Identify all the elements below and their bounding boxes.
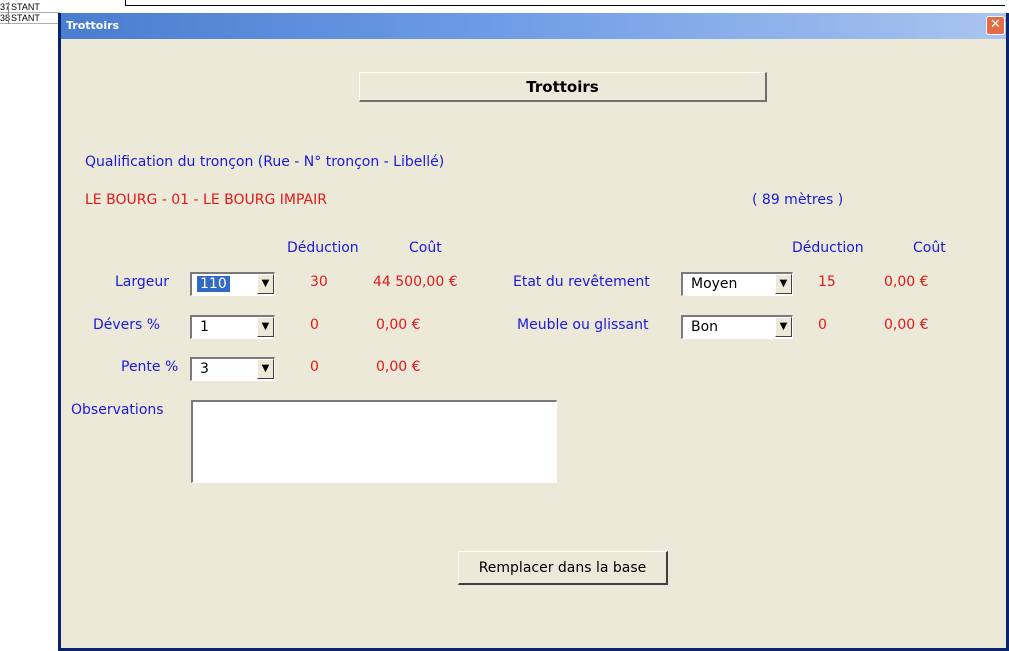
chevron-down-icon[interactable]: ▼ bbox=[775, 274, 792, 294]
pente-select[interactable]: 3 ▼ bbox=[190, 357, 275, 381]
meuble-select[interactable]: Bon ▼ bbox=[681, 315, 793, 339]
chevron-down-icon[interactable]: ▼ bbox=[257, 317, 274, 337]
etat-label: Etat du revêtement bbox=[513, 274, 650, 290]
meuble-value: Bon bbox=[691, 319, 719, 335]
replace-in-database-button[interactable]: Remplacer dans la base bbox=[458, 551, 668, 585]
title-bar[interactable]: Trottoirs ✕ bbox=[61, 13, 1006, 39]
troncon-value: LE BOURG - 01 - LE BOURG IMPAIR bbox=[85, 192, 327, 208]
pente-deduction: 0 bbox=[310, 359, 319, 375]
meuble-cout: 0,00 € bbox=[884, 317, 929, 333]
background-row: 38STANT bbox=[0, 13, 60, 24]
largeur-select[interactable]: 110 ▼ bbox=[190, 272, 275, 296]
meuble-label: Meuble ou glissant bbox=[517, 317, 649, 333]
header-button[interactable]: Trottoirs bbox=[359, 72, 767, 102]
largeur-label: Largeur bbox=[115, 274, 170, 290]
devers-select[interactable]: 1 ▼ bbox=[190, 315, 275, 339]
background-sheet-edge bbox=[125, 0, 1005, 6]
length-text: ( 89 mètres ) bbox=[752, 192, 844, 208]
close-icon[interactable]: ✕ bbox=[986, 16, 1005, 35]
observations-textarea[interactable] bbox=[191, 400, 557, 483]
pente-label: Pente % bbox=[121, 359, 179, 375]
devers-cout: 0,00 € bbox=[376, 317, 421, 333]
row-number: 37 bbox=[0, 2, 11, 12]
largeur-value: 110 bbox=[197, 276, 230, 292]
meuble-deduction: 0 bbox=[818, 317, 827, 333]
etat-deduction: 15 bbox=[818, 274, 836, 290]
trottoirs-dialog: Trottoirs ✕ Trottoirs Qualification du t… bbox=[58, 13, 1009, 651]
cout-header-right: Coût bbox=[913, 240, 946, 256]
etat-cout: 0,00 € bbox=[884, 274, 929, 290]
largeur-deduction: 30 bbox=[310, 274, 328, 290]
cout-header-left: Coût bbox=[409, 240, 442, 256]
chevron-down-icon[interactable]: ▼ bbox=[257, 274, 274, 294]
devers-label: Dévers % bbox=[93, 317, 161, 333]
row-number: 38 bbox=[0, 13, 11, 23]
deduction-header-right: Déduction bbox=[792, 240, 864, 256]
devers-value: 1 bbox=[200, 319, 209, 335]
row-text: STANT bbox=[8, 13, 40, 24]
pente-cout: 0,00 € bbox=[376, 359, 421, 375]
chevron-down-icon[interactable]: ▼ bbox=[257, 359, 274, 379]
row-text: STANT bbox=[8, 2, 40, 13]
etat-select[interactable]: Moyen ▼ bbox=[681, 272, 793, 296]
devers-deduction: 0 bbox=[310, 317, 319, 333]
dialog-content: Trottoirs Qualification du tronçon (Rue … bbox=[61, 39, 1006, 648]
background-row: 37STANT bbox=[0, 2, 60, 13]
etat-value: Moyen bbox=[691, 276, 738, 292]
pente-value: 3 bbox=[200, 361, 209, 377]
deduction-header-left: Déduction bbox=[287, 240, 359, 256]
chevron-down-icon[interactable]: ▼ bbox=[775, 317, 792, 337]
largeur-cout: 44 500,00 € bbox=[373, 274, 458, 290]
qualification-label: Qualification du tronçon (Rue - N° tronç… bbox=[85, 154, 445, 170]
window-title: Trottoirs bbox=[66, 19, 120, 32]
observations-label: Observations bbox=[71, 402, 164, 418]
